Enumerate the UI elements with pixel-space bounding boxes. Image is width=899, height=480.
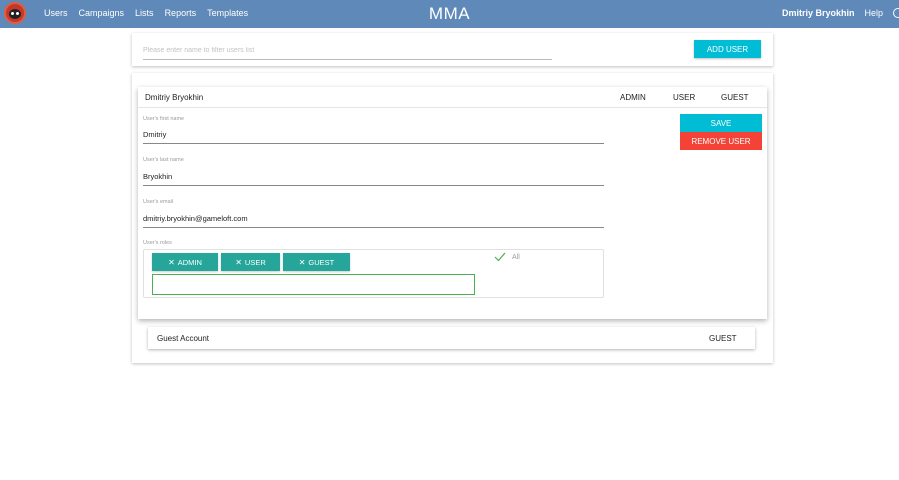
user-role-admin-indicator: ADMIN: [620, 93, 646, 102]
user-card-header[interactable]: Dmitriy Bryokhin ADMIN USER GUEST: [138, 87, 767, 108]
nav-reports[interactable]: Reports: [165, 8, 197, 18]
add-user-button[interactable]: ADD USER: [694, 40, 761, 58]
user-row-role: GUEST: [709, 334, 737, 343]
nav-users[interactable]: Users: [44, 8, 68, 18]
top-bar: Users Campaigns Lists Reports Templates …: [0, 0, 899, 28]
last-name-label: User's last name: [143, 157, 184, 163]
email-field[interactable]: dmitriy.bryokhin@gameloft.com: [143, 212, 604, 228]
last-name-field[interactable]: Bryokhin: [143, 170, 604, 186]
app-logo-icon[interactable]: [4, 2, 26, 24]
user-edit-card: Dmitriy Bryokhin ADMIN USER GUEST User's…: [138, 87, 767, 319]
user-role-user-indicator: USER: [673, 93, 696, 102]
user-row-name: Guest Account: [157, 334, 210, 343]
role-chip-guest[interactable]: ✕ GUEST: [283, 253, 350, 271]
save-button[interactable]: SAVE: [680, 114, 762, 132]
search-icon[interactable]: [893, 8, 899, 18]
role-search-input[interactable]: [152, 274, 475, 295]
role-chip-admin[interactable]: ✕ ADMIN: [152, 253, 218, 271]
select-all-roles[interactable]: All: [494, 252, 520, 262]
logo-eye-left: [11, 12, 14, 15]
role-chip-label: ADMIN: [177, 257, 202, 267]
filter-card: ADD USER: [132, 33, 773, 66]
main-nav: Users Campaigns Lists Reports Templates: [44, 8, 248, 18]
roles-selector: ✕ ADMIN ✕ USER ✕ GUEST All: [143, 249, 604, 298]
role-chip-user[interactable]: ✕ USER: [221, 253, 280, 271]
user-row[interactable]: Guest Account GUEST: [148, 327, 755, 349]
user-area: Dmitriy Bryokhin Help: [782, 8, 899, 18]
select-all-label: All: [512, 253, 520, 261]
nav-templates[interactable]: Templates: [207, 8, 248, 18]
nav-lists[interactable]: Lists: [135, 8, 154, 18]
help-link[interactable]: Help: [864, 8, 883, 18]
checkmark-icon: [494, 252, 506, 262]
nav-campaigns[interactable]: Campaigns: [79, 8, 125, 18]
first-name-field[interactable]: Dmitriy: [143, 128, 604, 144]
remove-chip-icon[interactable]: ✕: [235, 258, 242, 267]
filter-users-input[interactable]: [143, 42, 552, 60]
email-label: User's email: [143, 199, 174, 205]
current-user-name[interactable]: Dmitriy Bryokhin: [782, 8, 855, 18]
app-title: MMA: [428, 4, 471, 23]
logo-face: [9, 9, 21, 19]
user-role-guest-indicator: GUEST: [721, 93, 749, 102]
user-card-name: Dmitriy Bryokhin: [145, 93, 204, 102]
logo-eye-right: [16, 12, 19, 15]
first-name-label: User's first name: [143, 116, 185, 122]
remove-chip-icon[interactable]: ✕: [168, 258, 175, 267]
role-chip-label: USER: [244, 257, 266, 267]
remove-user-button[interactable]: REMOVE USER: [680, 132, 762, 150]
role-chip-label: GUEST: [308, 257, 335, 267]
roles-label: User's roles: [143, 240, 172, 246]
remove-chip-icon[interactable]: ✕: [299, 258, 306, 267]
